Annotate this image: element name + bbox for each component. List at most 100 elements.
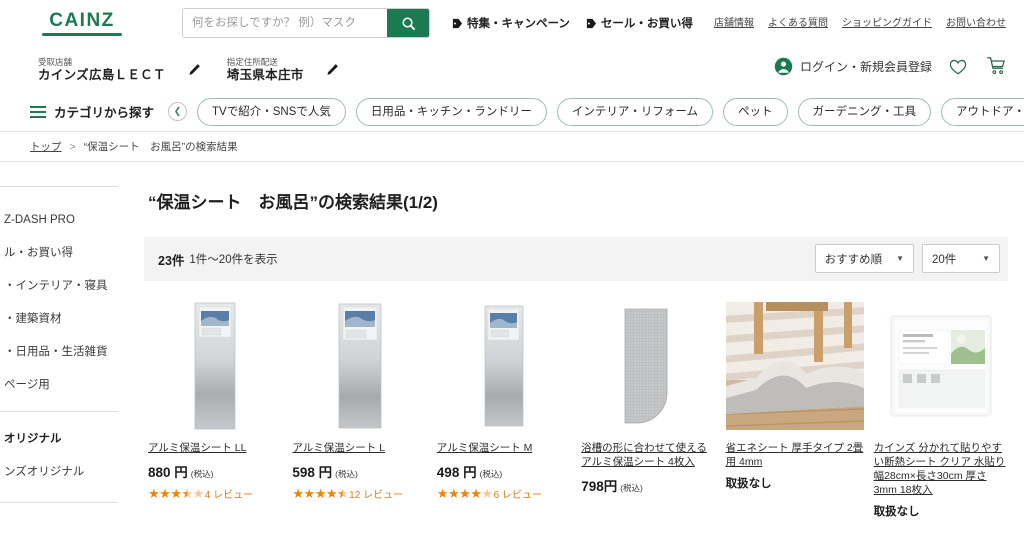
product-price-value: 598 円: [292, 465, 333, 480]
product-image: [436, 299, 572, 432]
side-item-4[interactable]: ・日用品・生活雑貨: [0, 345, 122, 360]
page-root: CAINZ 特集・キャンペーン: [0, 0, 1024, 546]
delivery-address-label: 指定住所配送: [226, 56, 278, 67]
product-grid: アルミ保温シート LL 880 円(税込) ★★★★★ 4 レビュー: [144, 299, 1008, 519]
page-body: Z-DASH PRO ル・お買い得 ・インテリア・寝具 ・建築資材 ・日用品・生…: [0, 162, 1024, 536]
tag-icon: [452, 18, 463, 28]
product-rating[interactable]: ★ ★ ★ ★ ★ 12 レビュー: [292, 486, 426, 501]
category-chip-outdoor[interactable]: アウトドア・ス ❯: [941, 97, 1024, 126]
product-card[interactable]: アルミ保温シート L 598 円 (税込) ★ ★ ★ ★ ★ 12 レビュー: [292, 299, 427, 519]
side-item-0[interactable]: Z-DASH PRO: [0, 213, 122, 228]
product-review-count: 12 レビュー: [349, 490, 404, 501]
result-summary-bar: 23件 1件〜20件を表示 おすすめ順 ▼ 20件 ▼: [144, 237, 1008, 281]
util-link-contact[interactable]: お問い合わせ: [946, 14, 1006, 29]
star-rating-icon: ★ ★ ★ ★ ★: [292, 486, 349, 501]
breadcrumb-home-link[interactable]: トップ: [30, 139, 62, 154]
side-item-5[interactable]: ページ用: [0, 378, 122, 393]
product-price: 798円 (税込): [581, 475, 715, 495]
star-rating-icon: ★ ★ ★ ★ ★: [436, 486, 493, 501]
product-price-value: 498 円: [436, 465, 477, 480]
product-card[interactable]: カインズ 分かれて貼りやすい断熱シート クリア 水貼り 幅28cm×長さ30cm…: [873, 299, 1008, 519]
sort-select[interactable]: おすすめ順 ▼: [814, 244, 914, 273]
delivery-address-block: 指定住所配送 埼玉県本庄市: [227, 56, 304, 83]
search-icon: [401, 16, 415, 30]
cart-button[interactable]: [984, 54, 1008, 78]
util-link-store-info[interactable]: 店舗情報: [714, 14, 754, 29]
product-title[interactable]: アルミ保温シート M: [437, 441, 571, 455]
product-review-count: 6 レビュー: [493, 490, 542, 501]
search-button[interactable]: [387, 9, 429, 37]
sort-select-value: おすすめ順: [824, 253, 883, 266]
product-card[interactable]: 省エネシート 厚手タイプ 2畳用 4mm 取扱なし: [725, 299, 864, 519]
login-register-link[interactable]: ログイン・新規会員登録: [774, 57, 932, 76]
side-divider-top: [0, 186, 118, 187]
side-item-3[interactable]: ・建築資材: [0, 312, 122, 327]
aluminum-sheet-tall-icon: [338, 303, 381, 428]
side-item-1[interactable]: ル・お買い得: [0, 246, 122, 261]
rounded-mat-icon: [624, 308, 668, 423]
side-divider-bottom: [0, 502, 118, 503]
category-chip-gardening-tools[interactable]: ガーデニング・工具: [797, 97, 932, 126]
pickup-store-label: 受取店舗: [38, 56, 73, 67]
promo-link-campaign[interactable]: 特集・キャンペーン: [452, 15, 570, 31]
tag-icon: [586, 18, 597, 28]
product-card[interactable]: アルミ保温シート LL 880 円 (税込) ★ ★ ★ ★ ★ 4 レビュー: [148, 299, 283, 519]
breadcrumb-current: “保温シート お風呂”の検索結果: [83, 141, 238, 153]
breadcrumb: トップ > “保温シート お風呂”の検索結果: [0, 132, 1024, 162]
product-card[interactable]: アルミ保温シート M 498 円 (税込) ★ ★ ★ ★ ★ 6 レビュー: [436, 299, 572, 519]
search-input[interactable]: [183, 9, 387, 37]
product-title[interactable]: 浴槽の形に合わせて使える アルミ保温シート 4枚入: [581, 441, 715, 469]
product-title[interactable]: カインズ 分かれて貼りやすい断熱シート クリア 水貼り 幅28cm×長さ30cm…: [874, 441, 1008, 497]
side-item-2[interactable]: ・インテリア・寝具: [0, 279, 122, 294]
category-chip-pet[interactable]: ペット: [723, 97, 788, 126]
product-stock-status: 取扱なし: [873, 506, 920, 518]
category-scroll-prev-button[interactable]: ❮: [168, 102, 188, 121]
person-icon: [774, 57, 793, 75]
result-count: 23件: [158, 253, 185, 268]
logo-underline: [42, 32, 122, 36]
product-image: [292, 299, 427, 432]
category-menu-button[interactable]: カテゴリから探す: [30, 102, 154, 121]
edit-pickup-store-button[interactable]: [184, 59, 205, 80]
product-rating[interactable]: ★ ★ ★ ★ ★ 4 レビュー: [148, 486, 282, 501]
promo-link-campaign-label: 特集・キャンペーン: [467, 18, 570, 30]
product-title[interactable]: 省エネシート 厚手タイプ 2畳用 4mm: [726, 441, 864, 469]
edit-delivery-address-button[interactable]: [322, 59, 343, 80]
chevron-down-icon: ▼: [982, 254, 990, 263]
category-chip-interior-reform[interactable]: インテリア・リフォーム: [556, 97, 714, 126]
product-price-value: 880 円: [148, 465, 188, 480]
per-page-select[interactable]: 20件 ▼: [922, 244, 1000, 273]
favorites-button[interactable]: [946, 55, 970, 78]
product-title[interactable]: アルミ保温シート L: [292, 441, 426, 455]
side-item-6[interactable]: オリジナル: [0, 432, 122, 447]
product-stock-status: 取扱なし: [725, 478, 772, 490]
logo-text: CAINZ: [49, 9, 115, 31]
product-price: 880 円 (税込): [148, 461, 282, 481]
util-link-faq[interactable]: よくある質問: [768, 14, 828, 29]
category-chip-outdoor-label: アウトドア・ス: [956, 105, 1024, 118]
chevron-left-icon: ❮: [173, 106, 182, 116]
promo-links: 特集・キャンペーン セール・お買い得: [452, 15, 693, 31]
per-page-select-value: 20件: [932, 253, 957, 266]
product-title[interactable]: アルミ保温シート LL: [148, 441, 282, 455]
delivery-address-value: 埼玉県本庄市: [226, 67, 304, 82]
side-item-7[interactable]: ンズオリジナル: [0, 465, 122, 480]
category-menu-label: カテゴリから探す: [54, 106, 155, 120]
promo-link-sale[interactable]: セール・お買い得: [586, 15, 693, 31]
category-chip-tv-sns[interactable]: TVで紹介・SNSで人気: [197, 97, 346, 126]
promo-link-sale-label: セール・お買い得: [600, 18, 693, 30]
util-link-shopping-guide[interactable]: ショッピングガイド: [842, 14, 932, 29]
product-price: 598 円 (税込): [292, 461, 426, 481]
result-range: 1件〜20件を表示: [189, 254, 278, 266]
cainz-logo[interactable]: CAINZ: [38, 9, 126, 36]
product-tax-note: (税込): [479, 469, 503, 479]
search-results-main: “保温シート お風呂”の検索結果(1/2) 23件 1件〜20件を表示 おすすめ…: [122, 162, 1024, 536]
category-chip-daily-kitchen-laundry[interactable]: 日用品・キッチン・ランドリー: [355, 97, 547, 126]
product-tax-note: (税込): [620, 483, 643, 493]
aluminum-sheet-tall-icon: [484, 305, 524, 426]
product-rating[interactable]: ★ ★ ★ ★ ★ 6 レビュー: [437, 486, 571, 501]
product-tax-note: (税込): [335, 469, 358, 479]
search-bar[interactable]: [182, 8, 430, 38]
product-image: [581, 299, 716, 432]
product-card[interactable]: 浴槽の形に合わせて使える アルミ保温シート 4枚入 798円 (税込): [581, 299, 716, 519]
